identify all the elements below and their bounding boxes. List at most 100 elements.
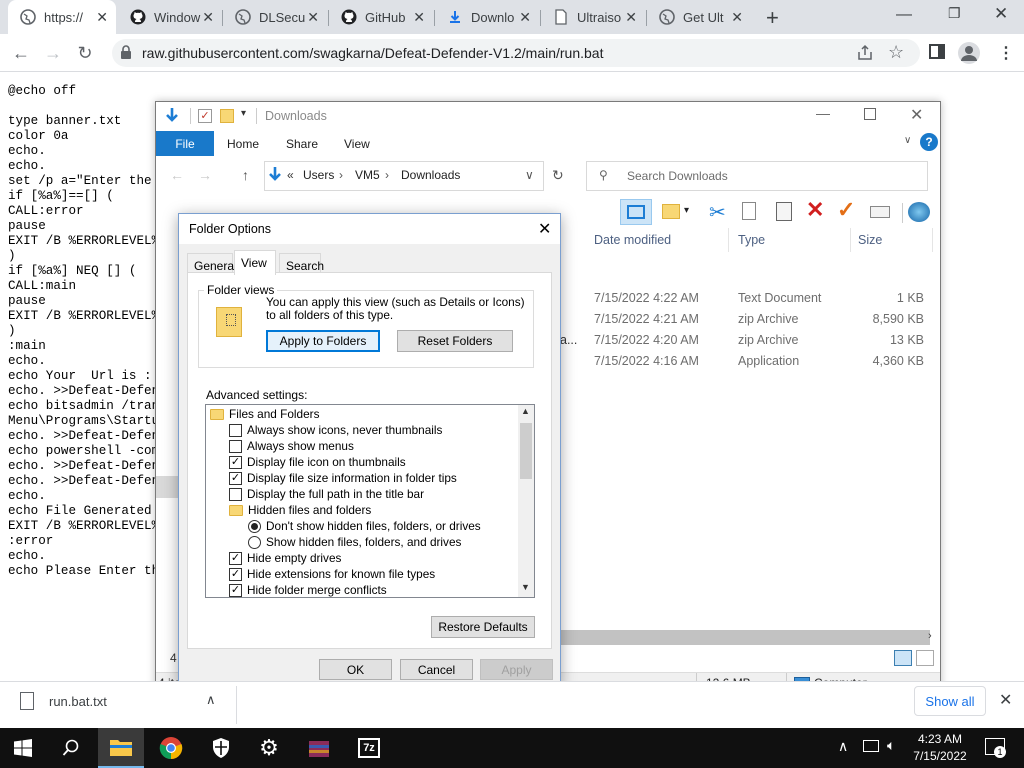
tab-view[interactable]: View (344, 137, 370, 151)
dropdown-icon[interactable]: ▾ (684, 205, 689, 216)
checkbox-unchecked[interactable] (229, 439, 242, 453)
settings-icon[interactable]: ⚙ (246, 728, 292, 768)
checkbox-unchecked[interactable] (229, 423, 242, 437)
new-folder-icon[interactable] (220, 109, 234, 123)
reload-icon[interactable]: ↻ (72, 40, 98, 66)
tab[interactable]: Ultraiso ✕ (541, 0, 645, 34)
forward-arrow-icon[interactable]: → (198, 167, 212, 183)
help-icon[interactable]: ? (920, 133, 938, 151)
cancel-button[interactable]: Cancel (400, 659, 473, 680)
table-row[interactable]: a... 7/15/2022 4:20 AM zip Archive 13 KB (560, 332, 934, 352)
close-tab-icon[interactable]: ✕ (413, 9, 425, 26)
scroll-right-icon[interactable]: › (928, 630, 932, 642)
table-row[interactable]: 7/15/2022 4:16 AM Application 4,360 KB (560, 353, 934, 373)
setting-row[interactable]: Show hidden files, folders, and drives (210, 534, 516, 550)
checkbox-unchecked[interactable] (229, 487, 242, 501)
share-icon[interactable] (856, 44, 874, 65)
download-file-name[interactable]: run.bat.txt (49, 694, 107, 709)
close-tab-icon[interactable]: ✕ (202, 9, 214, 26)
side-panel-icon[interactable] (929, 44, 945, 59)
chevron-right-icon[interactable]: › (385, 168, 389, 182)
restore-icon[interactable]: ❐ (948, 5, 961, 22)
setting-row[interactable]: ✓ Hide empty drives (210, 550, 516, 566)
properties-icon[interactable] (870, 206, 890, 218)
bookmark-star-icon[interactable]: ☆ (888, 42, 904, 63)
radio-selected[interactable] (248, 519, 261, 533)
folder-options-icon[interactable] (662, 204, 680, 219)
dropdown-chevron-icon[interactable]: ∨ (525, 168, 534, 182)
refresh-icon[interactable]: ↻ (552, 167, 564, 184)
setting-row[interactable]: Always show menus (210, 438, 516, 454)
close-tab-icon[interactable]: ✕ (307, 9, 319, 26)
winrar-icon[interactable] (296, 728, 342, 768)
tab-active[interactable]: https:// ✕ (8, 0, 116, 34)
volume-icon[interactable]: 🔈︎ (887, 737, 895, 754)
column-size[interactable]: Size (858, 233, 882, 247)
checkbox-checked[interactable]: ✓ (229, 551, 242, 565)
setting-row[interactable]: ✓ Hide folder merge conflicts (210, 582, 516, 597)
setting-row[interactable]: Don't show hidden files, folders, or dri… (210, 518, 516, 534)
setting-row[interactable]: ✓ Display file size information in folder… (210, 470, 516, 486)
clock-time[interactable]: 4:23 AM (914, 732, 966, 746)
close-tab-icon[interactable]: ✕ (731, 9, 743, 26)
vertical-scrollbar[interactable]: ▲ ▼ (518, 405, 534, 597)
new-tab-icon[interactable]: + (766, 5, 779, 31)
path-segment[interactable]: VM5 (355, 168, 380, 182)
large-icons-view-icon[interactable] (916, 650, 934, 666)
tab-general[interactable]: General (187, 253, 237, 274)
restore-defaults-button[interactable]: Restore Defaults (431, 616, 535, 638)
path-segment[interactable]: Users (303, 168, 334, 182)
checkbox-checked[interactable]: ✓ (229, 583, 242, 597)
chevron-up-icon[interactable]: ∧ (206, 692, 216, 708)
minimize-icon[interactable]: — (816, 105, 830, 121)
checkbox-checked[interactable]: ✓ (229, 471, 242, 485)
start-icon[interactable] (0, 728, 46, 768)
back-arrow-icon[interactable]: ← (170, 167, 184, 183)
close-tab-icon[interactable]: ✕ (625, 9, 637, 26)
forward-arrow-icon[interactable]: → (40, 40, 66, 66)
radio-unselected[interactable] (248, 535, 261, 549)
customize-qat-icon[interactable]: ▾ (241, 108, 246, 119)
more-menu-icon[interactable]: ⋮ (998, 43, 1014, 63)
tab-file[interactable]: File (156, 131, 214, 156)
profile-avatar-icon[interactable] (958, 42, 980, 64)
up-arrow-icon[interactable]: ↑ (242, 167, 249, 183)
maximize-icon[interactable] (864, 108, 876, 120)
search-box[interactable]: ⚲ Search Downloads (586, 161, 928, 191)
cut-icon[interactable]: ✂ (709, 200, 726, 225)
tab[interactable]: GitHub ✕ (329, 0, 433, 34)
checkbox-checked[interactable]: ✓ (229, 567, 242, 581)
close-window-icon[interactable]: ✕ (994, 4, 1008, 24)
rename-check-icon[interactable]: ✓ (837, 197, 855, 223)
checkbox-checked[interactable]: ✓ (229, 455, 242, 469)
tab[interactable]: Window ✕ (118, 0, 222, 34)
tab-search[interactable]: Search (279, 253, 324, 274)
tab-view[interactable]: View (234, 250, 276, 275)
file-explorer-icon[interactable] (98, 728, 144, 768)
paste-icon[interactable] (776, 202, 792, 221)
tab-share[interactable]: Share (286, 137, 318, 151)
tab[interactable]: DLSecu ✕ (223, 0, 327, 34)
properties-check-icon[interactable]: ✓ (198, 109, 212, 123)
back-arrow-icon[interactable]: ← (8, 40, 34, 66)
expand-ribbon-icon[interactable]: ∨ (904, 135, 911, 146)
search-icon[interactable] (48, 728, 94, 768)
details-view-icon[interactable] (894, 650, 912, 666)
network-icon[interactable] (863, 740, 879, 752)
table-row[interactable]: 7/15/2022 4:22 AM Text Document 1 KB (560, 290, 934, 310)
copy-icon[interactable] (742, 202, 756, 220)
setting-row[interactable]: Display the full path in the title bar (210, 486, 516, 502)
tab-home[interactable]: Home (227, 137, 259, 151)
overflow-chevron-icon[interactable]: « (287, 168, 294, 182)
scrollbar-thumb[interactable] (520, 423, 532, 479)
setting-row[interactable]: ✓ Hide extensions for known file types (210, 566, 516, 582)
apply-button[interactable]: Apply (480, 659, 553, 680)
chevron-right-icon[interactable]: › (339, 168, 343, 182)
path-segment[interactable]: Downloads (401, 168, 460, 182)
clock-date[interactable]: 7/15/2022 (912, 749, 968, 763)
setting-row[interactable]: Always show icons, never thumbnails (210, 422, 516, 438)
delete-icon[interactable]: ✕ (806, 197, 824, 223)
network-globe-icon[interactable] (908, 202, 930, 222)
apply-to-folders-button[interactable]: Apply to Folders (266, 330, 380, 352)
minimize-icon[interactable]: — (896, 6, 912, 24)
